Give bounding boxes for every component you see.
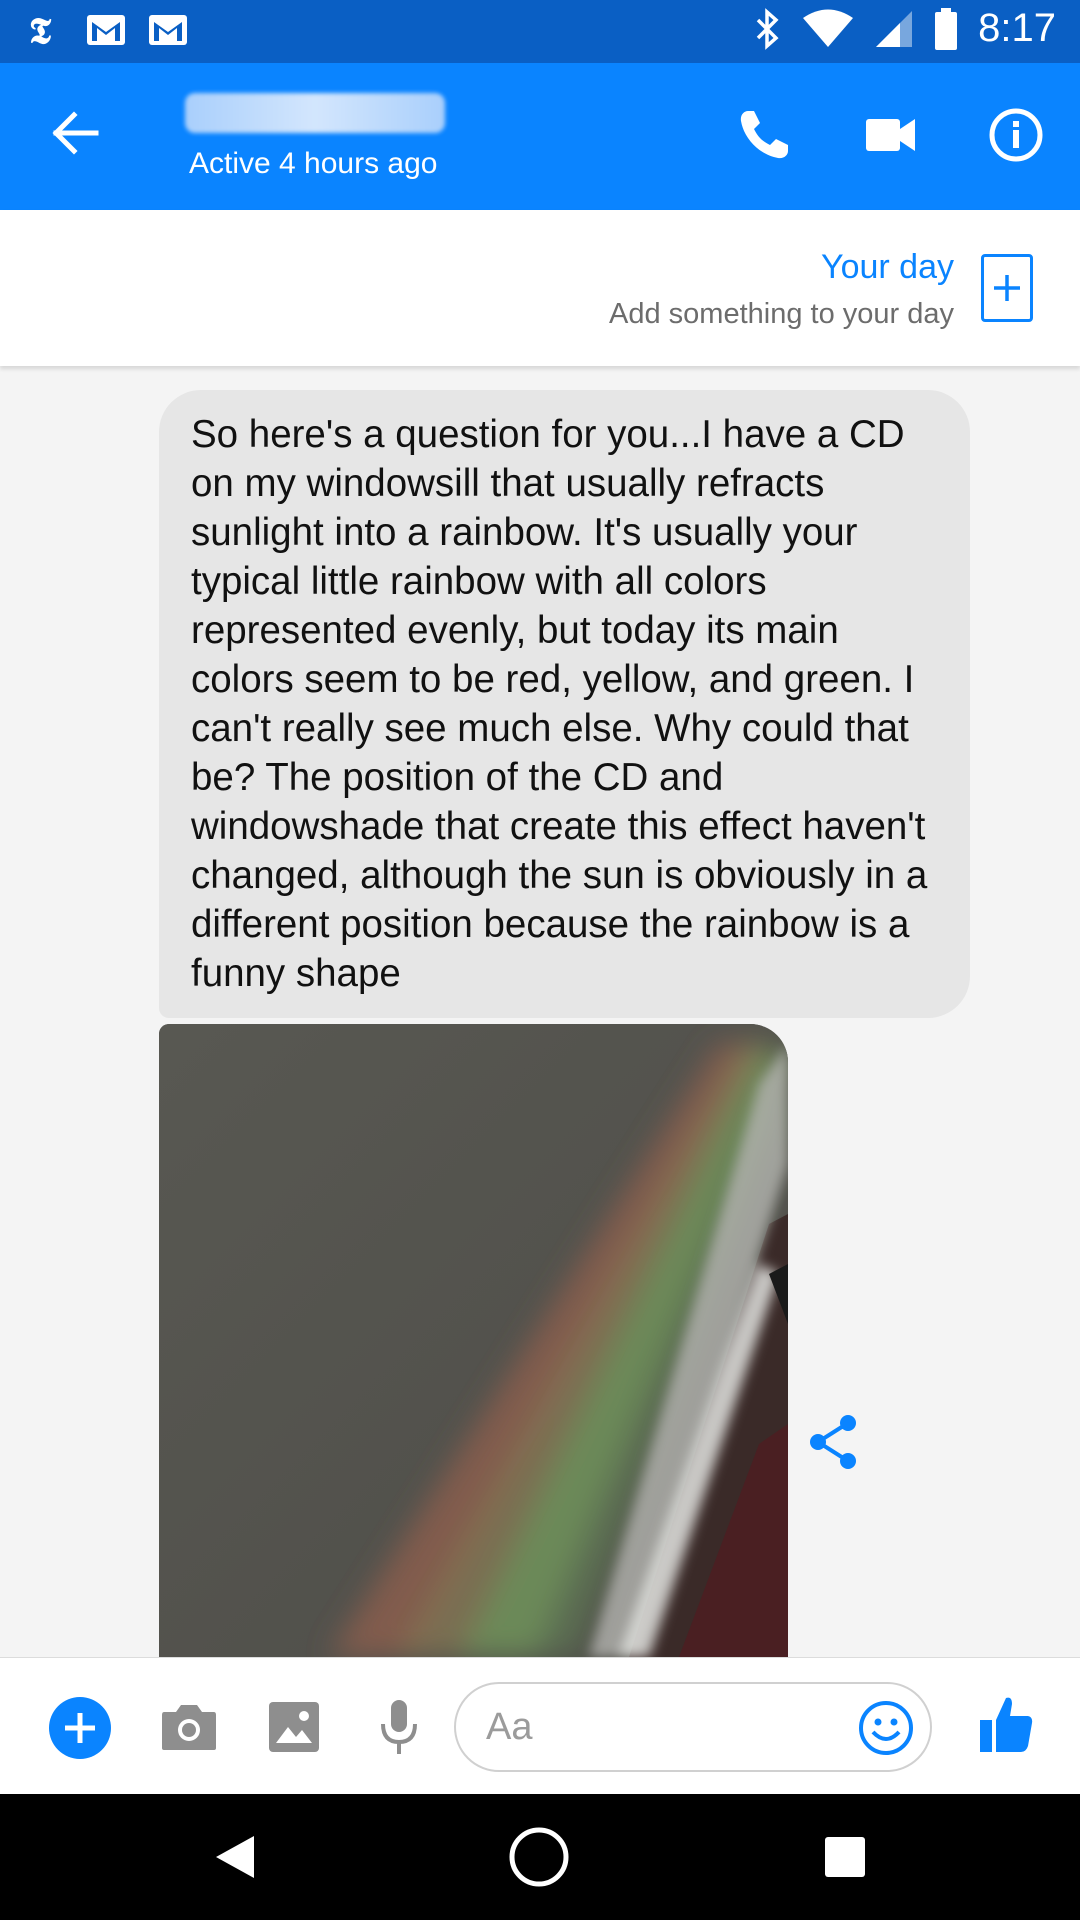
nav-home-icon[interactable] (508, 1826, 570, 1888)
system-nav-bar (0, 1794, 1080, 1920)
message-bubble[interactable]: So here's a question for you...I have a … (159, 390, 970, 1018)
microphone-icon[interactable] (378, 1698, 420, 1756)
contact-name-redacted[interactable] (185, 93, 445, 133)
camera-icon[interactable] (160, 1702, 218, 1752)
message-input-placeholder: Aa (486, 1706, 533, 1748)
video-camera-icon[interactable] (861, 105, 921, 165)
phone-icon[interactable] (734, 105, 794, 165)
status-bar: 𝕿 8:17 (0, 0, 1080, 63)
thumbs-up-icon[interactable] (978, 1694, 1034, 1756)
svg-text:𝕿: 𝕿 (29, 10, 52, 50)
your-day-banner[interactable]: Your day Add something to your day (0, 210, 1080, 366)
image-icon[interactable] (268, 1701, 320, 1753)
add-to-day-button[interactable] (981, 254, 1033, 322)
back-arrow-icon[interactable] (46, 103, 106, 163)
conversation-header: Active 4 hours ago (0, 63, 1080, 210)
nav-back-icon[interactable] (214, 1834, 256, 1880)
clock: 8:17 (978, 6, 1056, 50)
bluetooth-icon (756, 7, 779, 50)
share-icon[interactable] (806, 1413, 860, 1471)
rainbow-photo-image (159, 1024, 788, 1657)
nav-recents-icon[interactable] (824, 1836, 866, 1878)
gmail-icon (149, 15, 187, 45)
plus-circle-icon[interactable] (48, 1696, 112, 1760)
message-text: So here's a question for you...I have a … (191, 413, 928, 995)
nytimes-icon: 𝕿 (29, 10, 52, 50)
signal-icon (876, 10, 913, 47)
message-composer: Aa (0, 1657, 1080, 1795)
your-day-title: Your day (821, 248, 954, 286)
message-input[interactable]: Aa (454, 1682, 932, 1772)
gmail-icon (87, 15, 125, 45)
plus-icon (994, 275, 1020, 301)
emoji-icon[interactable] (858, 1700, 914, 1756)
your-day-subtitle: Add something to your day (609, 298, 954, 330)
wifi-icon (803, 9, 854, 47)
active-status: Active 4 hours ago (189, 147, 438, 180)
info-icon[interactable] (986, 105, 1046, 165)
battery-icon (935, 7, 958, 50)
photo-attachment[interactable] (159, 1024, 788, 1657)
